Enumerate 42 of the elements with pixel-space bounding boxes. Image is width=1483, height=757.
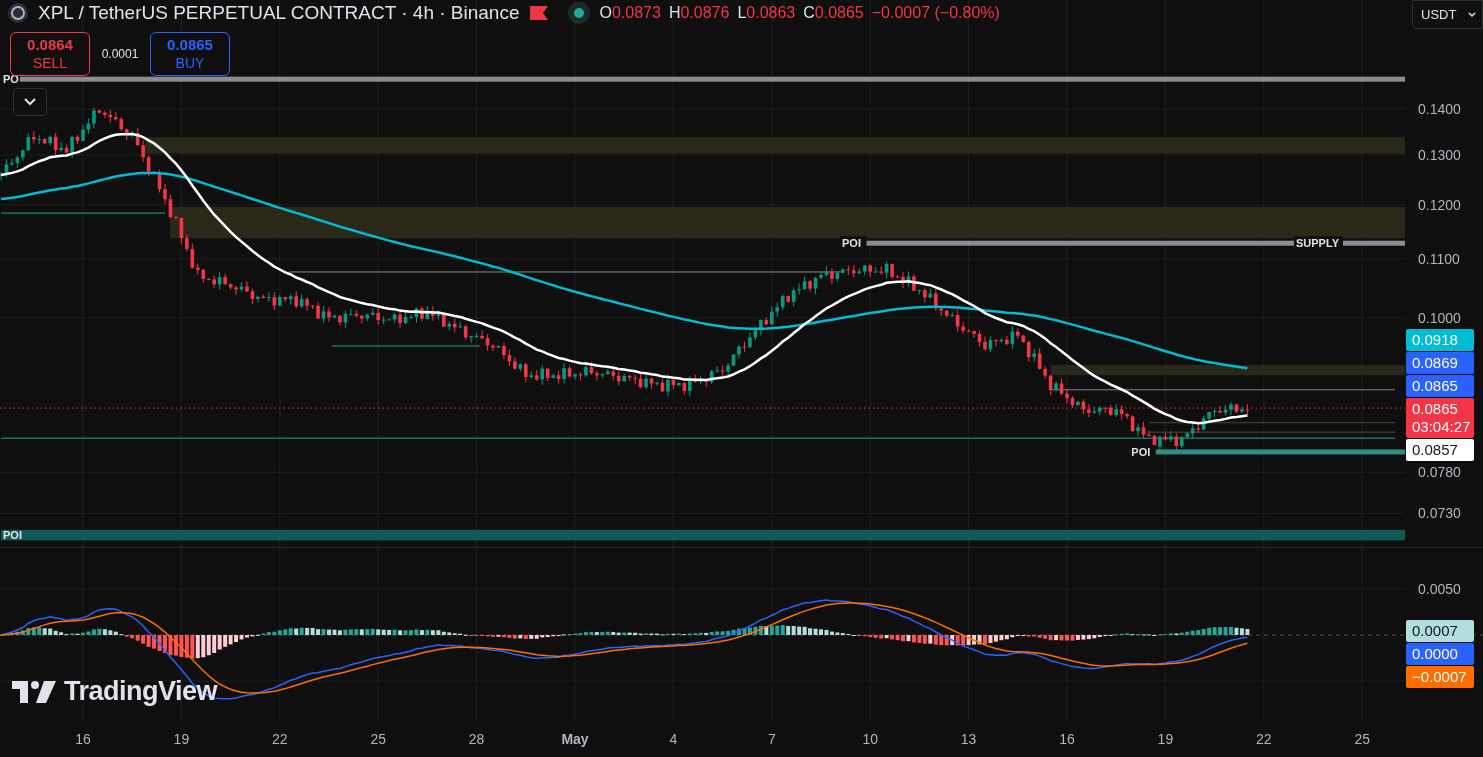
price-axis-label: 0.1200 (1418, 196, 1461, 213)
time-axis-label: 25 (370, 731, 386, 747)
time-axis-label: 28 (468, 731, 485, 747)
time-axis-label: 10 (862, 731, 878, 747)
price-badge: 0.0007 (1406, 620, 1474, 642)
ohlc-value: H0.0876 (668, 4, 730, 22)
price-badge: −0.0007 (1406, 666, 1474, 688)
time-axis-label: 19 (1157, 731, 1174, 747)
price-axis-label: 0.0730 (1418, 505, 1461, 522)
buy-button[interactable]: 0.0865 BUY (150, 32, 230, 76)
time-axis-label: 22 (272, 731, 288, 747)
ohlc-value: L0.0863 (737, 4, 796, 22)
time-axis-label: May (561, 731, 589, 747)
time-axis-label: 19 (173, 731, 190, 747)
indicator-axis-label: 0.0050 (1418, 581, 1461, 597)
price-axis-label: 0.1100 (1418, 250, 1460, 267)
ohlc-value: O0.0873 (599, 4, 661, 22)
price-badge: 0.0918 (1406, 329, 1474, 351)
time-axis-label: 25 (1354, 731, 1370, 747)
price-badge: 0.0000 (1406, 643, 1474, 665)
price-badge: 0.0865 03:04:27 (1406, 398, 1474, 438)
price-badge: 0.0869 (1406, 352, 1474, 374)
price-axis-label: 0.0780 (1418, 464, 1461, 481)
time-axis-label: 16 (75, 731, 91, 747)
level-label: POI (3, 529, 22, 542)
price-axis-label: 0.1000 (1418, 310, 1461, 326)
time-axis-label: 16 (1059, 731, 1075, 747)
time-axis-label: 22 (1256, 731, 1272, 747)
chart-title: XPL / TetherUS PERPETUAL CONTRACT · 4h · Binance (38, 2, 520, 24)
price-axis-label: 0.1400 (1418, 101, 1461, 118)
time-axis-label: 4 (669, 731, 678, 747)
price-axis-label: 0.1300 (1418, 147, 1461, 164)
time-axis-label: 7 (767, 731, 776, 747)
time-axis-label: 13 (960, 731, 977, 747)
spread-value: 0.0001 (100, 47, 140, 61)
price-change: −0.0007 (−0.80%) (871, 4, 1000, 22)
price-badge: 0.0865 (1406, 375, 1474, 397)
currency-dropdown[interactable]: USDT (1412, 0, 1483, 29)
price-badge: 0.0857 (1406, 439, 1474, 461)
sell-button[interactable]: 0.0864 SELL (10, 32, 90, 76)
ohlc-value: C0.0865 (803, 4, 864, 22)
level-label: POI (1129, 444, 1156, 459)
